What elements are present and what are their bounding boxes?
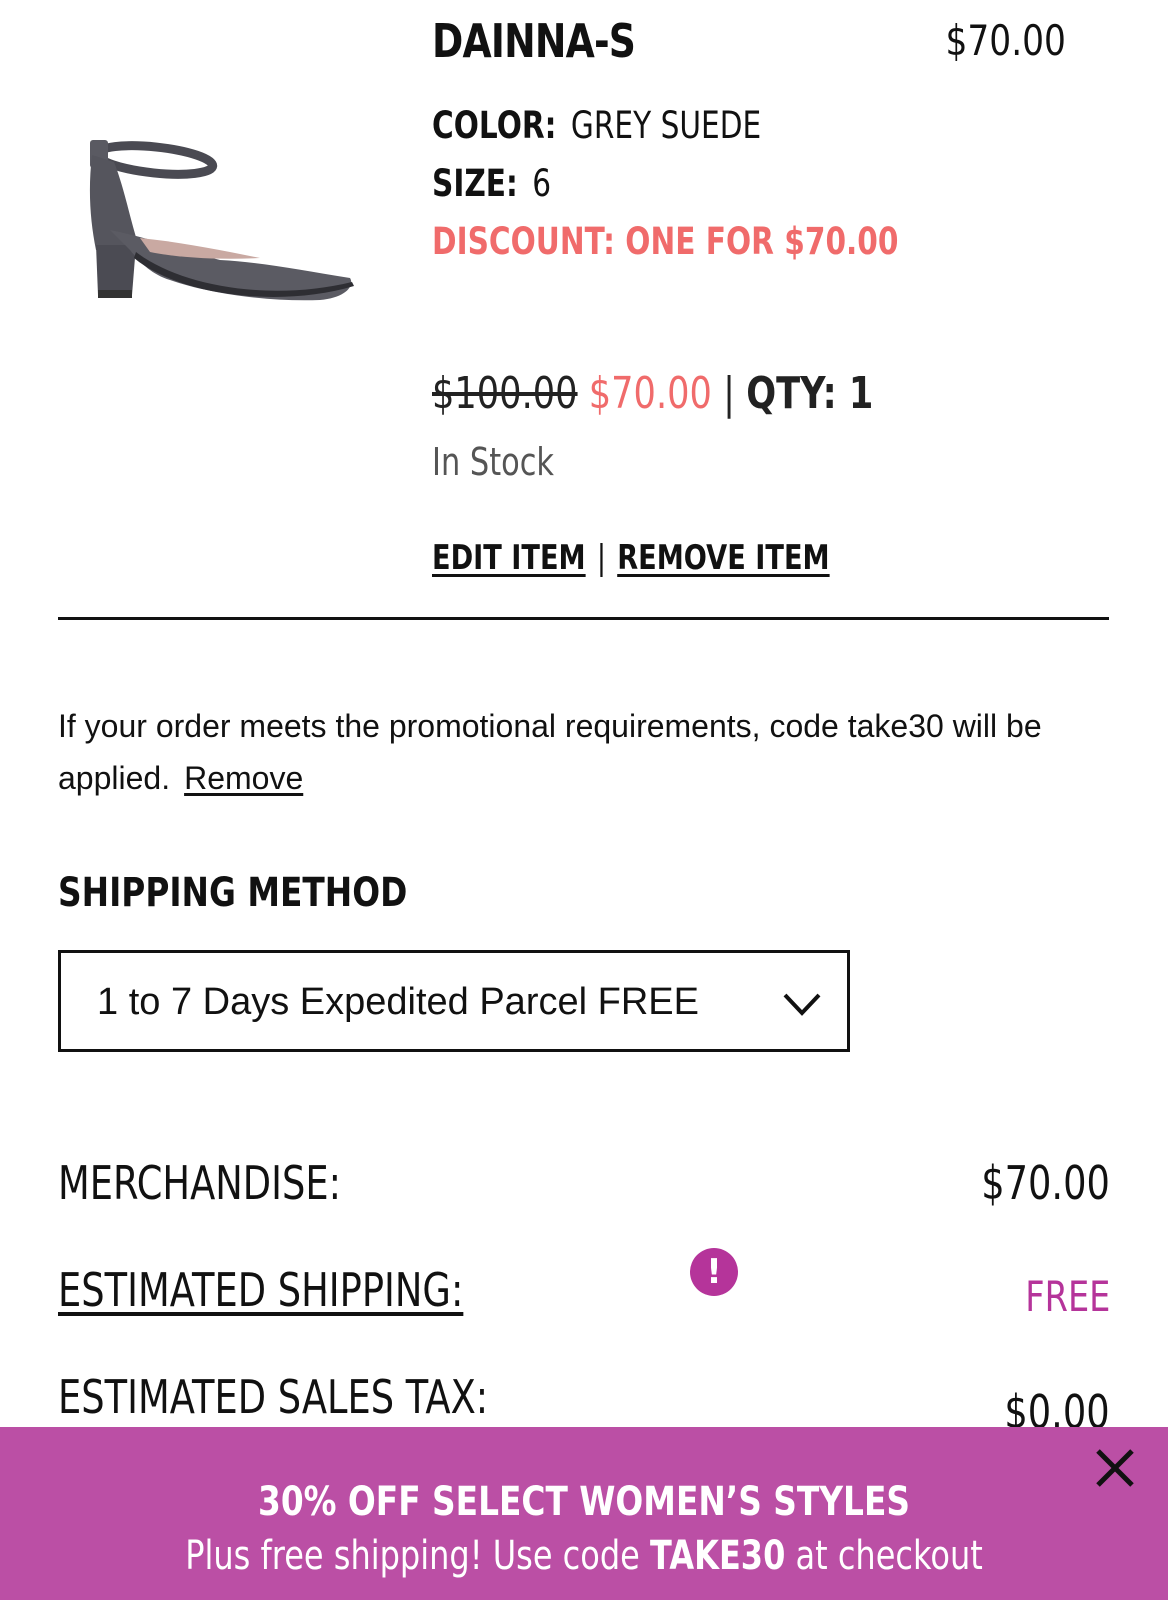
sales-tax-label: ESTIMATED SALES TAX: bbox=[58, 1370, 489, 1424]
product-name[interactable]: DAINNA-S bbox=[432, 14, 636, 68]
shipping-selected-value: 1 to 7 Days Expedited Parcel FREE bbox=[97, 981, 699, 1023]
banner-sub-post: at checkout bbox=[785, 1533, 983, 1579]
banner-sub-pre: Plus free shipping! Use code bbox=[185, 1533, 651, 1579]
size-value: 6 bbox=[532, 162, 552, 205]
promo-note: If your order meets the promotional requ… bbox=[58, 700, 1118, 804]
merchandise-label: MERCHANDISE: bbox=[58, 1156, 342, 1210]
product-color: COLOR: GREY SUEDE bbox=[432, 104, 761, 147]
stock-status: In Stock bbox=[432, 440, 555, 484]
product-size: SIZE: 6 bbox=[432, 162, 551, 205]
product-image[interactable] bbox=[70, 110, 370, 320]
remove-promo-link[interactable]: Remove bbox=[184, 760, 303, 796]
shipping-value: FREE bbox=[1024, 1272, 1110, 1321]
banner-subtext: Plus free shipping! Use code TAKE30 at c… bbox=[117, 1533, 1051, 1579]
color-value: GREY SUEDE bbox=[570, 104, 762, 147]
close-icon[interactable] bbox=[1092, 1445, 1138, 1491]
remove-item-link[interactable]: REMOVE ITEM bbox=[617, 538, 829, 578]
shipping-method-select[interactable]: 1 to 7 Days Expedited Parcel FREE bbox=[58, 950, 850, 1052]
quantity: QTY: 1 bbox=[746, 368, 874, 419]
actions-separator: | bbox=[596, 538, 606, 578]
section-divider bbox=[58, 617, 1109, 620]
item-actions: EDIT ITEM | REMOVE ITEM bbox=[432, 538, 830, 578]
product-line-price: $70.00 bbox=[945, 16, 1066, 65]
promo-banner: 30% OFF SELECT WOMEN’S STYLES Plus free … bbox=[0, 1427, 1168, 1600]
estimated-shipping-link[interactable]: ESTIMATED SHIPPING: bbox=[58, 1263, 463, 1317]
size-label: SIZE: bbox=[432, 162, 518, 205]
color-label: COLOR: bbox=[432, 104, 557, 147]
alert-icon[interactable]: ! bbox=[690, 1248, 738, 1296]
edit-item-link[interactable]: EDIT ITEM bbox=[432, 538, 586, 578]
discount-text: DISCOUNT: ONE FOR $70.00 bbox=[432, 220, 899, 263]
banner-promo-code: TAKE30 bbox=[650, 1533, 786, 1579]
price-line: $100.00 $70.00 | QTY: 1 bbox=[432, 368, 873, 419]
chevron-down-icon bbox=[783, 993, 821, 1016]
banner-headline: 30% OFF SELECT WOMEN’S STYLES bbox=[257, 1479, 910, 1525]
sale-price: $70.00 bbox=[588, 368, 712, 419]
original-price: $100.00 bbox=[432, 368, 578, 419]
shipping-method-heading: SHIPPING METHOD bbox=[58, 870, 408, 916]
price-separator: | bbox=[723, 368, 735, 419]
merchandise-value: $70.00 bbox=[981, 1156, 1110, 1210]
